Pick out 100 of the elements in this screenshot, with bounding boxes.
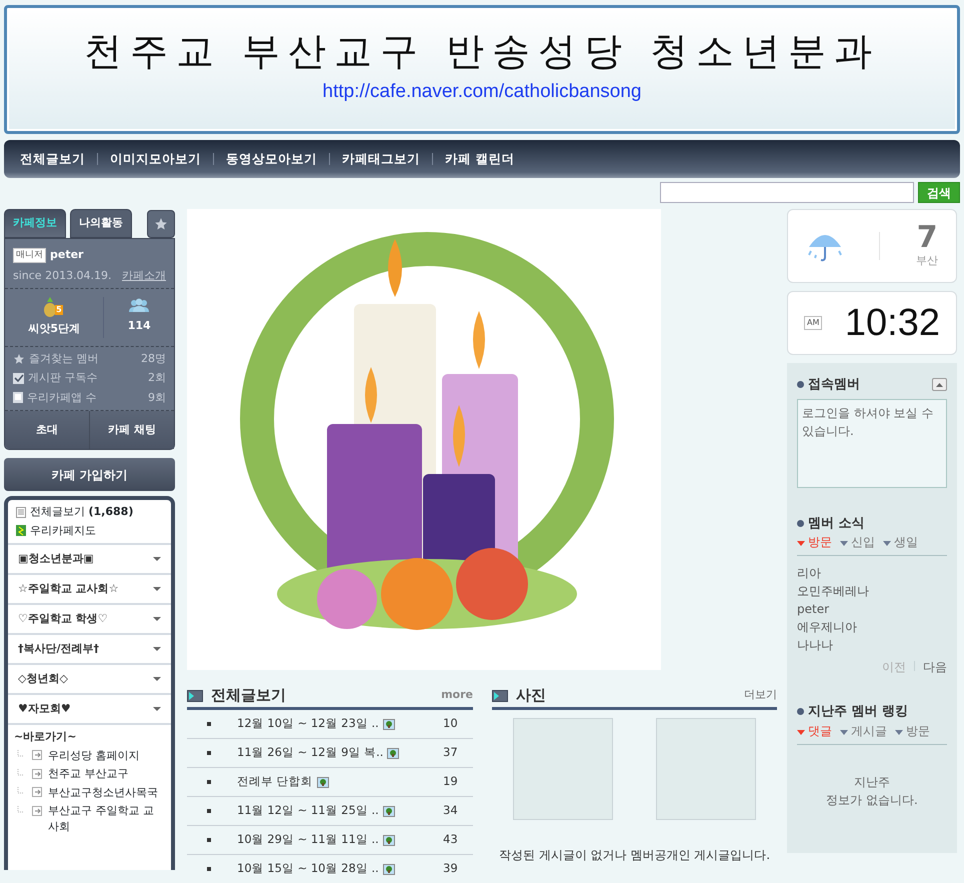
- section-title: 사진: [516, 685, 546, 706]
- post-title: 10월 15일 ~ 10월 28일 ..: [237, 860, 379, 878]
- shortcut-link[interactable]: 천주교 부산교구: [48, 766, 161, 782]
- comment-count: 39: [443, 860, 459, 878]
- image-attachment-icon: [382, 864, 395, 874]
- bullet-icon: [797, 520, 804, 527]
- caret-up-icon: [936, 382, 943, 387]
- star-icon: [154, 217, 168, 231]
- widget-title: 멤버 소식: [808, 514, 865, 532]
- post-row[interactable]: 11월 26일 ~ 12월 9일 복.. 37: [187, 739, 473, 768]
- widget-tab[interactable]: 게시글: [840, 722, 887, 740]
- post-row[interactable]: 10월 15일 ~ 10월 28일 .. 39: [187, 855, 473, 883]
- board-group[interactable]: ♡주일학교 학생♡: [8, 603, 171, 633]
- stat-label: 즐겨찾는 멤버: [29, 350, 98, 366]
- post-row[interactable]: 전례부 단합회 19: [187, 768, 473, 797]
- bullet-icon: [207, 780, 211, 784]
- widget-title: 지난주 멤버 랭킹: [808, 703, 908, 721]
- post-row[interactable]: 10월 29일 ~ 11월 11일 .. 43: [187, 826, 473, 855]
- menu-link[interactable]: 동영상모아보기: [222, 150, 321, 168]
- invite-button[interactable]: 초대: [5, 411, 89, 449]
- phone-icon: [13, 392, 23, 404]
- empty-message: 지난주 정보가 없습니다.: [825, 774, 919, 808]
- menu-link[interactable]: 전체글보기: [16, 150, 89, 168]
- map-icon: [16, 525, 26, 536]
- post-title: 10월 29일 ~ 11월 11일 ..: [237, 831, 379, 848]
- menu-link[interactable]: 이미지모아보기: [106, 150, 205, 168]
- stat-value: 28명: [141, 350, 166, 366]
- board-group[interactable]: ▣청소년분과▣: [8, 543, 171, 573]
- members-icon: [129, 297, 150, 314]
- menu-link[interactable]: 카페태그보기: [338, 150, 424, 168]
- panel-tab[interactable]: 나의활동: [70, 209, 132, 238]
- member-name[interactable]: 나나나: [797, 636, 947, 654]
- bullet-icon: [207, 838, 211, 842]
- post-title: 전례부 단합회: [237, 773, 313, 790]
- stat-label: 게시판 구독수: [28, 370, 98, 386]
- bullet-icon: [797, 708, 804, 716]
- board-group[interactable]: †복사단/전례부†: [8, 633, 171, 663]
- member-name[interactable]: 에우제니아: [797, 618, 947, 636]
- temperature: 7: [916, 222, 938, 253]
- board-link[interactable]: 전체글보기 (1,688): [30, 504, 134, 520]
- shortcuts-heading: ~바로가기~: [14, 729, 78, 745]
- comment-count: 34: [443, 802, 459, 820]
- member-count: 114: [128, 318, 151, 334]
- image-attachment-icon: [316, 776, 329, 788]
- image-attachment-icon: [382, 806, 395, 816]
- post-row[interactable]: 12월 10일 ~ 12월 23일 .. 10: [187, 710, 473, 739]
- image-attachment-icon: [382, 834, 395, 846]
- play-icon: [492, 690, 508, 702]
- join-cafe-button[interactable]: 카페 가입하기: [4, 458, 175, 491]
- document-icon: [16, 506, 26, 518]
- menu-link[interactable]: 카페 캘린더: [441, 150, 518, 168]
- manager-name: peter: [50, 247, 84, 263]
- city-name: 부산: [916, 252, 938, 269]
- post-title: 12월 10일 ~ 12월 23일 ..: [237, 715, 379, 732]
- stat-label: 우리카페앱 수: [27, 390, 96, 406]
- clock-time: 10:32: [844, 300, 940, 346]
- board-group[interactable]: ◇청년회◇: [8, 663, 171, 693]
- comment-count: 19: [443, 773, 459, 790]
- widget-tab[interactable]: 생일: [883, 533, 918, 551]
- comment-count: 43: [443, 831, 459, 848]
- shortcut-link[interactable]: 부산교구청소년사목국: [48, 784, 161, 800]
- manager-badge: 매니저: [13, 248, 46, 263]
- widget-tab[interactable]: 방문: [895, 722, 930, 740]
- next-link[interactable]: 다음: [923, 658, 947, 676]
- bullet-icon: [207, 809, 211, 813]
- checkbox-icon: [13, 372, 24, 384]
- bullet-icon: [207, 867, 211, 871]
- image-attachment-icon: [382, 718, 395, 730]
- member-name[interactable]: peter: [797, 600, 947, 618]
- shortcut-link[interactable]: 부산교구 주일학교 교사회: [48, 803, 161, 835]
- login-message: 로그인을 하셔야 보실 수 있습니다.: [802, 406, 934, 438]
- favorite-button[interactable]: [147, 210, 175, 238]
- member-name[interactable]: 오민주베레나: [797, 582, 947, 600]
- cafe-level: 씨앗5단계: [28, 321, 80, 337]
- board-group[interactable]: ☆주일학교 교사회☆: [8, 573, 171, 603]
- search-field[interactable]: [660, 182, 914, 203]
- post-title: 11월 26일 ~ 12월 9일 복..: [237, 744, 384, 762]
- comment-count: 10: [443, 715, 459, 732]
- board-link[interactable]: 우리카페지도: [30, 522, 96, 539]
- widget-title: 접속멤버: [808, 376, 860, 394]
- member-name[interactable]: 리아: [797, 564, 947, 582]
- collapse-button[interactable]: [932, 378, 947, 392]
- bullet-icon: [797, 381, 804, 388]
- star-icon: [13, 352, 25, 365]
- chat-button[interactable]: 카페 채팅: [89, 411, 174, 449]
- widget-tab[interactable]: 신입: [840, 533, 875, 551]
- shortcut-link[interactable]: 우리성당 홈페이지: [48, 748, 161, 764]
- panel-tab[interactable]: 카페정보: [4, 209, 66, 238]
- bullet-icon: [207, 722, 211, 726]
- cafe-url-link[interactable]: http://cafe.naver.com/catholicbansong: [322, 78, 642, 107]
- play-icon: [187, 690, 203, 702]
- comment-count: 37: [443, 744, 459, 762]
- stat-value: 2회: [148, 370, 166, 386]
- board-group[interactable]: ♥자모회♥: [8, 693, 171, 723]
- stat-value: 9회: [148, 390, 166, 406]
- cafe-title: 천주교 부산교구 반송성당 청소년분과: [84, 32, 880, 70]
- section-title: 전체글보기: [211, 685, 286, 706]
- post-row[interactable]: 11월 12일 ~ 11월 25일 .. 34: [187, 797, 473, 826]
- more-link[interactable]: 더보기: [744, 687, 777, 704]
- am-pm-label: AM: [804, 316, 822, 330]
